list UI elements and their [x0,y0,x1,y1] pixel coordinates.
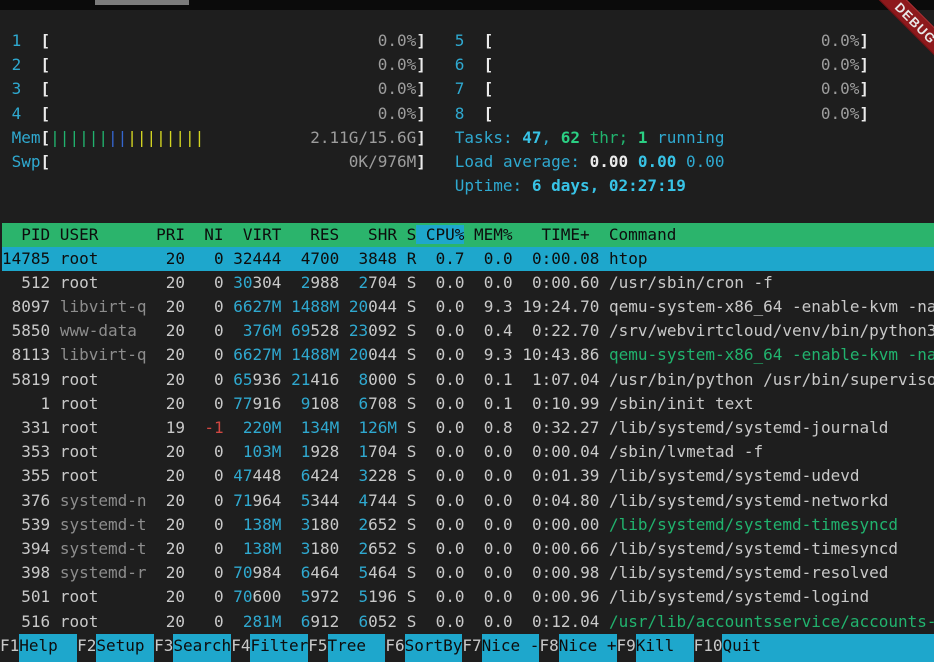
fkey-key: F2 [77,634,96,662]
process-row[interactable]: 353 root 20 0 103M 1928 1704 S 0.0 0.0 0… [2,440,934,464]
fkey-key: F4 [231,634,250,662]
process-row[interactable]: 355 root 20 0 47448 6424 3228 S 0.0 0.0 … [2,464,934,488]
process-row[interactable]: 394 systemd-t 20 0 138M 3180 2652 S 0.0 … [2,537,934,561]
fkey-f6[interactable]: F6SortBy [385,634,462,662]
fkey-label: Nice - [482,634,540,662]
process-row[interactable]: 398 systemd-r 20 0 70984 6464 5464 S 0.0… [2,561,934,585]
fkey-label: Nice + [559,634,617,662]
fkey-key: F3 [154,634,173,662]
process-row[interactable]: 539 systemd-t 20 0 138M 3180 2652 S 0.0 … [2,513,934,537]
process-row[interactable]: 5819 root 20 0 65936 21416 8000 S 0.0 0.… [2,368,934,392]
fkey-f7[interactable]: F7Nice - [462,634,539,662]
fkey-f10[interactable]: F10Quit [694,634,781,662]
cpu-meter-row: 4 [ 0.0%] 8 [ 0.0%] [2,102,934,126]
process-row[interactable]: 331 root 19 -1 220M 134M 126M S 0.0 0.8 … [2,416,934,440]
fkey-label: Help [19,634,77,662]
blank-row [2,198,934,222]
cpu-meter-row: 1 [ 0.0%] 5 [ 0.0%] [2,29,934,53]
htop-terminal: 1 [ 0.0%] 5 [ 0.0%] 2 [ 0.0%] 6 [ 0.0%] … [0,10,934,662]
fkey-key: F6 [385,634,404,662]
column-header-shr[interactable]: SHR [339,225,397,244]
fkey-f3[interactable]: F3Search [154,634,231,662]
terminal-lines: 1 [ 0.0%] 5 [ 0.0%] 2 [ 0.0%] 6 [ 0.0%] … [0,10,934,634]
column-header-pid[interactable]: PID [2,225,50,244]
process-row[interactable]: 512 root 20 0 30304 2988 2704 S 0.0 0.0 … [2,271,934,295]
column-header-s[interactable]: S [397,225,416,244]
process-row[interactable]: 376 systemd-n 20 0 71964 5344 4744 S 0.0… [2,489,934,513]
fkey-f2[interactable]: F2Setup [77,634,154,662]
fkey-bar-filler [780,634,934,662]
fkey-label: SortBy [405,634,463,662]
fkey-label: Kill [636,634,694,662]
column-header-command[interactable]: Command [599,225,676,244]
swap-meter-row: Swp[ 0K/976M] Load average: 0.00 0.00 0.… [2,150,934,174]
uptime-row: Uptime: 6 days, 02:27:19 [2,174,934,198]
process-row[interactable]: 8113 libvirt-q 20 0 6627M 1488M 20044 S … [2,343,934,367]
column-header-mem[interactable]: MEM% [464,225,512,244]
fkey-key: F1 [0,634,19,662]
fkey-label: Search [173,634,231,662]
fkey-key: F9 [617,634,636,662]
column-header-pri[interactable]: PRI [147,225,186,244]
column-header-user[interactable]: USER [50,225,146,244]
process-row[interactable]: 8097 libvirt-q 20 0 6627M 1488M 20044 S … [2,295,934,319]
fkey-key: F7 [462,634,481,662]
fkey-key: F5 [308,634,327,662]
process-row[interactable]: 516 root 20 0 281M 6912 6052 S 0.0 0.0 0… [2,610,934,634]
cpu-meter-row: 2 [ 0.0%] 6 [ 0.0%] [2,53,934,77]
column-header-ni[interactable]: NI [185,225,224,244]
cpu-meter-row: 3 [ 0.0%] 7 [ 0.0%] [2,77,934,101]
fkey-f8[interactable]: F8Nice + [539,634,616,662]
column-header-time[interactable]: TIME+ [513,225,600,244]
column-header-virt[interactable]: VIRT [224,225,282,244]
fkey-label: Setup [96,634,154,662]
fkey-key: F8 [539,634,558,662]
screen: DEBUG 1 [ 0.0%] 5 [ 0.0%] 2 [ 0.0%] 6 [ … [0,0,934,662]
fkey-f1[interactable]: F1Help [0,634,77,662]
table-header-row: PID USER PRI NI VIRT RES SHR S CPU% MEM%… [2,223,934,247]
fkey-f5[interactable]: F5Tree [308,634,385,662]
fkey-label: Quit [722,634,780,662]
fkey-label: Tree [328,634,386,662]
process-row[interactable]: 501 root 20 0 70600 5972 5196 S 0.0 0.0 … [2,585,934,609]
fkey-f4[interactable]: F4Filter [231,634,308,662]
column-header-res[interactable]: RES [281,225,339,244]
memory-meter-row: Mem[|||||||||||||||| 2.11G/15.6G] Tasks:… [2,126,934,150]
process-row[interactable]: 5850 www-data 20 0 376M 69528 23092 S 0.… [2,319,934,343]
fkey-f9[interactable]: F9Kill [617,634,694,662]
column-header-cpu[interactable]: CPU% [416,225,464,244]
fkey-key: F10 [694,634,723,662]
process-row[interactable]: 1 root 20 0 77916 9108 6708 S 0.0 0.1 0:… [2,392,934,416]
top-tab [95,0,189,5]
process-row[interactable]: 14785 root 20 0 32444 4700 3848 R 0.7 0.… [2,247,934,271]
function-key-bar: F1Help F2Setup F3SearchF4FilterF5Tree F6… [0,634,934,662]
fkey-label: Filter [250,634,308,662]
